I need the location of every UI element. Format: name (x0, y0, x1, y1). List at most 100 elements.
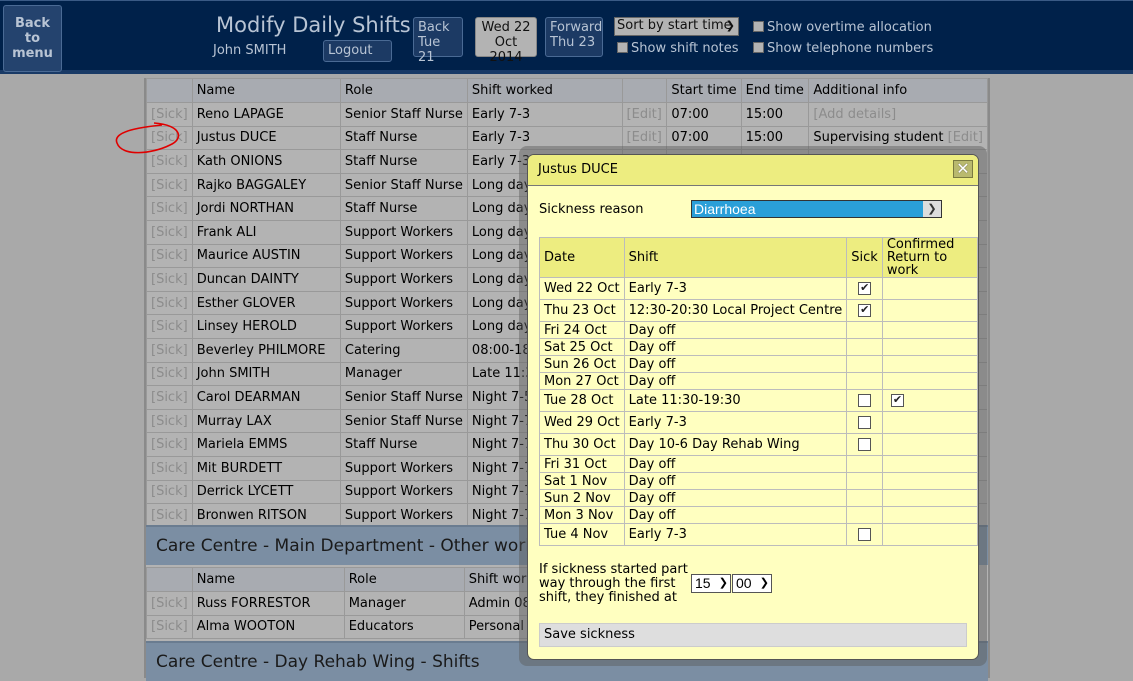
staff-name: Kath ONIONS (191, 149, 341, 174)
sick-link[interactable]: [Sick] (146, 455, 193, 481)
sick-link[interactable]: [Sick] (146, 149, 193, 174)
checkbox-box[interactable] (753, 42, 764, 53)
day-shift: Day off (623, 372, 848, 390)
day-shift: Early 7-3 (623, 523, 848, 546)
day-shift: 12:30-20:30 Local Project Centre (623, 299, 848, 322)
additional-info: [Add details] (808, 102, 988, 127)
sick-link[interactable]: [Sick] (146, 102, 193, 127)
sick-checkbox[interactable] (858, 280, 872, 295)
column-header: Name (191, 78, 341, 103)
sick-link[interactable]: [Sick] (146, 290, 193, 316)
sick-link[interactable]: [Sick] (146, 196, 193, 221)
day-row: Mon 3 Nov Day off (539, 506, 978, 524)
column-header-sick: Sick (846, 237, 883, 278)
save-sickness-button[interactable]: Save sickness (539, 623, 967, 647)
sick-link[interactable]: [Sick] (146, 243, 193, 269)
sort-select[interactable]: Sort by start time ❯ (614, 17, 739, 36)
sick-link[interactable]: [Sick] (146, 172, 193, 198)
return-to-work-cell (881, 489, 978, 507)
staff-name: Frank ALI (191, 219, 341, 245)
day-shift: Day 10-6 Day Rehab Wing (623, 433, 848, 456)
finish-minute-select[interactable]: 00 ❯ (732, 574, 772, 593)
staff-role: Senior Staff Nurse (339, 102, 468, 127)
sick-link[interactable]: [Sick] (146, 503, 193, 528)
day-shift: Early 7-3 (623, 411, 848, 434)
previous-day-label: Back (418, 20, 450, 35)
checkbox-box[interactable] (753, 21, 764, 32)
column-header: Shift worked (466, 78, 623, 103)
finish-hour-value: 15 (695, 575, 711, 591)
staff-role: Manager (339, 361, 468, 387)
close-icon[interactable]: ✕ (953, 160, 973, 178)
sick-link[interactable]: [Sick] (146, 591, 193, 616)
sick-checkbox[interactable] (858, 416, 872, 429)
day-row: Sat 1 Nov Day off (539, 472, 978, 490)
return-to-work-cell (881, 299, 978, 322)
back-to-menu-label-2: to (24, 31, 41, 46)
staff-name: Justus DUCE (191, 125, 341, 151)
edit-info-link[interactable]: [Edit] (948, 130, 983, 145)
day-shift: Day off (623, 355, 848, 373)
staff-role: Staff Nurse (339, 196, 468, 221)
sick-link[interactable]: [Sick] (146, 267, 193, 292)
sick-link[interactable]: [Sick] (146, 314, 193, 339)
show-shift-notes-label: Show shift notes (631, 41, 739, 56)
return-to-work-checkbox[interactable] (890, 392, 904, 407)
day-date: Wed 22 Oct (539, 277, 625, 300)
chevron-down-icon: ❯ (759, 577, 769, 589)
day-shift: Day off (623, 321, 848, 339)
staff-name: Carol DEARMAN (191, 385, 341, 410)
previous-day-button[interactable]: Back Tue 21 (413, 17, 463, 65)
staff-role: Senior Staff Nurse (339, 385, 468, 410)
staff-name: Jordi NORTHAN (191, 196, 341, 221)
column-header: Role (339, 78, 468, 103)
current-date-button[interactable]: Wed 22 Oct 2014 (475, 17, 537, 65)
sick-checkbox[interactable] (858, 394, 872, 407)
sick-link[interactable]: [Sick] (146, 432, 193, 457)
staff-name: Mariela EMMS (191, 432, 341, 457)
show-overtime-checkbox[interactable]: Show overtime allocation (753, 20, 932, 36)
day-date: Fri 31 Oct (539, 455, 625, 473)
show-shift-notes-checkbox[interactable]: Show shift notes (617, 41, 738, 57)
sick-link[interactable]: [Sick] (146, 614, 193, 640)
day-row: Fri 31 Oct Day off (539, 455, 978, 473)
sick-link[interactable]: [Sick] (146, 337, 193, 363)
back-to-menu-button[interactable]: Back to menu (3, 5, 62, 72)
chevron-down-icon: ❯ (718, 577, 728, 589)
sick-link[interactable]: [Sick] (146, 385, 193, 410)
checkbox-box[interactable] (617, 42, 628, 53)
day-row: Wed 22 Oct Early 7-3 (539, 277, 978, 300)
sick-cell (846, 338, 883, 356)
sick-link[interactable]: [Sick] (146, 479, 193, 505)
return-to-work-cell (881, 338, 978, 356)
day-shift: Day off (623, 455, 848, 473)
return-to-work-cell (881, 433, 978, 456)
sick-checkbox[interactable] (858, 438, 872, 451)
staff-role: Senior Staff Nurse (339, 172, 468, 198)
staff-role: Support Workers (339, 479, 468, 505)
sick-link[interactable]: [Sick] (146, 361, 193, 387)
sick-link[interactable]: [Sick] (146, 408, 193, 434)
sort-select-value: Sort by start time (617, 18, 732, 33)
day-date: Thu 23 Oct (539, 299, 625, 322)
staff-role: Support Workers (339, 503, 468, 528)
sick-checkbox[interactable] (858, 528, 872, 541)
day-row: Tue 28 Oct Late 11:30-19:30 (539, 389, 978, 412)
return-to-work-cell (881, 411, 978, 434)
sick-link[interactable]: [Sick] (146, 125, 193, 151)
staff-role: Senior Staff Nurse (339, 408, 468, 434)
edit-shift-link[interactable]: [Edit] (621, 102, 668, 127)
finish-hour-select[interactable]: 15 ❯ (691, 574, 731, 593)
next-day-button[interactable]: Forward Thu 23 (545, 17, 603, 57)
sickness-reason-select[interactable]: Diarrhoea ❯ (691, 200, 942, 218)
return-to-work-cell (881, 355, 978, 373)
add-details-link[interactable]: [Add details] (813, 107, 896, 122)
day-row: Sat 25 Oct Day off (539, 338, 978, 356)
start-time: 07:00 (666, 102, 742, 127)
sickness-reason-label: Sickness reason (539, 202, 644, 217)
logout-button[interactable]: Logout (323, 40, 392, 62)
show-telephone-checkbox[interactable]: Show telephone numbers (753, 41, 933, 57)
column-header: Additional info (808, 78, 988, 103)
sick-checkbox[interactable] (858, 302, 872, 317)
sick-link[interactable]: [Sick] (146, 219, 193, 245)
